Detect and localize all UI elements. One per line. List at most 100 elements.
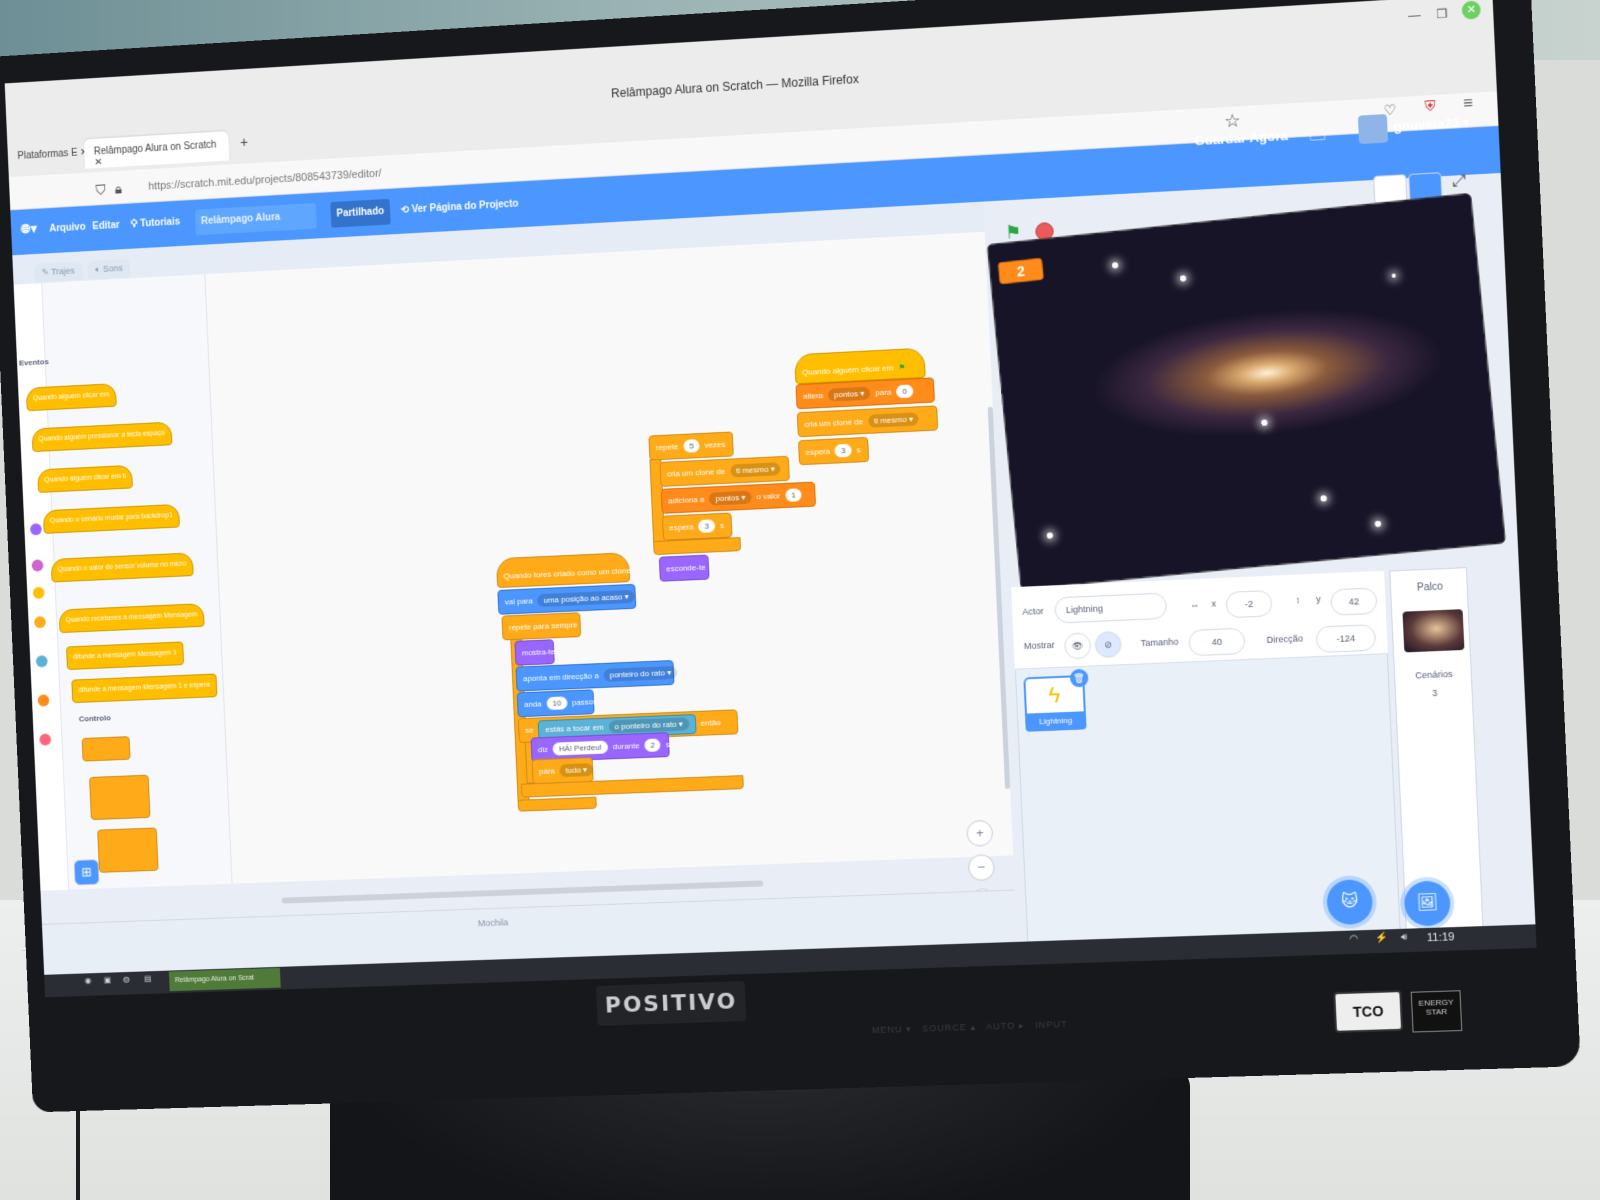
category-events[interactable] [32,586,45,599]
script3-stop[interactable]: pára tudo ▾ [531,757,594,785]
category-myblocks[interactable] [39,733,52,746]
category-sound[interactable] [31,559,44,572]
value-input[interactable]: 1 [784,488,803,502]
minimize-icon[interactable]: — [1408,8,1421,23]
share-button[interactable]: Partilhado [330,198,391,228]
language-globe-icon[interactable]: 🌐︎▾ [20,221,37,238]
menu-file[interactable]: Arquivo [49,222,86,235]
script1-wait[interactable]: espera 3 s [798,436,870,466]
size-input[interactable]: 40 [1188,627,1246,657]
wait-input[interactable]: 3 [698,519,716,534]
palette-block[interactable]: difunde a mensagem Mensagem 1 [66,641,184,671]
block-text: adiciona a [667,494,705,506]
taskbar-app-button[interactable]: Relâmpago Alura on Scrat [168,967,281,992]
block-text: passos [571,697,598,708]
say-text-input[interactable]: HÁ! Perdeu! [552,740,609,756]
block-text: se [525,725,534,735]
bookmark-star-icon[interactable]: ☆ [1224,110,1242,132]
menu-edit[interactable]: Editar [92,220,120,232]
clone-target-dropdown[interactable]: ti mesmo ▾ [867,412,920,428]
monitor: — ❐ ✕ Relâmpago Alura on Scratch — Mozil… [0,0,1581,1113]
zoom-out-button[interactable]: − [967,853,996,882]
fullscreen-icon[interactable]: ⤢ [1452,173,1466,192]
script3-show[interactable]: mostra-te [514,639,555,666]
stop-dropdown[interactable]: tudo ▾ [559,763,594,778]
say-duration-input[interactable]: 2 [644,738,662,752]
star-sprite [1111,261,1119,269]
category-control[interactable] [34,616,47,629]
block-text: espera [805,446,831,457]
x-label: x [1211,598,1217,609]
volume-icon[interactable]: 🔊︎ [1401,932,1408,943]
category-variables[interactable] [37,694,50,707]
palette-block[interactable]: Quando alguém clicar em [25,383,117,412]
y-input[interactable]: 42 [1330,587,1378,616]
sprite-name-input[interactable]: Lightning [1054,592,1168,624]
script2-repeat[interactable]: repete 5 vezes [648,431,734,461]
point-target-dropdown[interactable]: ponteiro do rato ▾ [603,665,678,682]
firefox-icon[interactable]: ◍ [123,975,130,984]
terminal-icon[interactable]: ▣ [104,976,112,985]
palette-block-wait[interactable] [81,736,131,762]
remix-icon: ⟲ [400,204,410,216]
files-icon[interactable]: ▤ [144,974,152,983]
bulb-icon: 💡︎ [130,218,138,231]
clone-target-dropdown[interactable]: ti mesmo ▾ [729,462,781,478]
block-text: o valor [756,491,781,502]
power-icon[interactable]: ⚡ [1375,932,1388,944]
y-label: y [1315,593,1322,605]
script3-forever[interactable]: repete para sempre [501,612,582,641]
block-text: esconde-te [666,562,706,574]
tab-label: Plataformas E [17,147,78,162]
folder-icon[interactable]: 🗀 [1309,124,1327,152]
script2-wait[interactable]: espera 3 s [661,512,733,541]
stage-target-panel[interactable]: Palco Cenários 3 [1389,567,1484,937]
dropdown-value: ponteiro do rato [609,668,666,680]
variable-dropdown[interactable]: pontos ▾ [709,490,752,506]
repeat-input[interactable]: 5 [682,439,700,453]
clock: 11:19 [1426,931,1455,945]
maximize-icon[interactable]: ❐ [1436,6,1448,21]
wait-input[interactable]: 3 [834,443,852,458]
energy-star-logo: ENERGY STAR [1410,990,1463,1033]
new-tab-button[interactable]: + [230,129,259,160]
x-arrows-icon: ↔ [1189,599,1200,610]
block-text: vai para [504,596,533,607]
stage-canvas[interactable]: 2 [986,192,1507,590]
category-looks[interactable] [29,523,42,536]
dropdown-value: tudo [565,765,582,776]
palette-block[interactable]: Quando alguém clicar em ti [37,464,134,493]
backdrops-count: 3 [1431,687,1438,699]
script3-move[interactable]: anda 10 passos [516,689,598,718]
tab-costumes[interactable]: ✎ Trajes [33,261,83,283]
block-text: então [700,717,721,728]
dropdown-value: ti mesmo [735,464,769,476]
star-sprite [1261,419,1268,427]
wifi-icon[interactable]: ◠ [1349,933,1359,944]
block-text: cria um clone de [666,466,726,479]
palette-block-repeat[interactable] [89,774,151,821]
menu-icon[interactable]: ◉ [84,976,91,985]
tab-sounds[interactable]: 🔈︎ Sons [87,258,131,280]
lock-icon[interactable]: 🔒︎ [114,180,122,197]
add-extension-button[interactable]: ⊞ [73,859,100,886]
palette-block-forever[interactable] [97,827,159,873]
shield-icon[interactable]: ⛉ [95,181,106,198]
direction-input[interactable]: -124 [1315,624,1377,654]
sprite-label: Actor [1022,605,1044,617]
variable-dropdown[interactable]: pontos ▾ [827,386,871,402]
x-input[interactable]: -2 [1225,589,1273,619]
steps-input[interactable]: 10 [546,696,568,711]
dropdown-value: pontos [715,493,740,504]
script2-hide[interactable]: esconde-te [658,554,710,582]
block-text: altera [802,390,824,401]
script3-hat-clone-start[interactable]: Quando fores criado como um clone [495,552,631,589]
tco-logo: TCO [1333,990,1404,1033]
block-text: repete [655,442,679,453]
value-input[interactable]: 0 [896,384,914,399]
touching-target-dropdown[interactable]: o ponteiro do rato ▾ [608,717,690,734]
goto-target-dropdown[interactable]: uma posição ao acaso ▾ [537,589,635,608]
show-label: Mostrar [1023,639,1056,652]
avatar [1357,114,1389,145]
category-sensing[interactable] [35,655,48,668]
